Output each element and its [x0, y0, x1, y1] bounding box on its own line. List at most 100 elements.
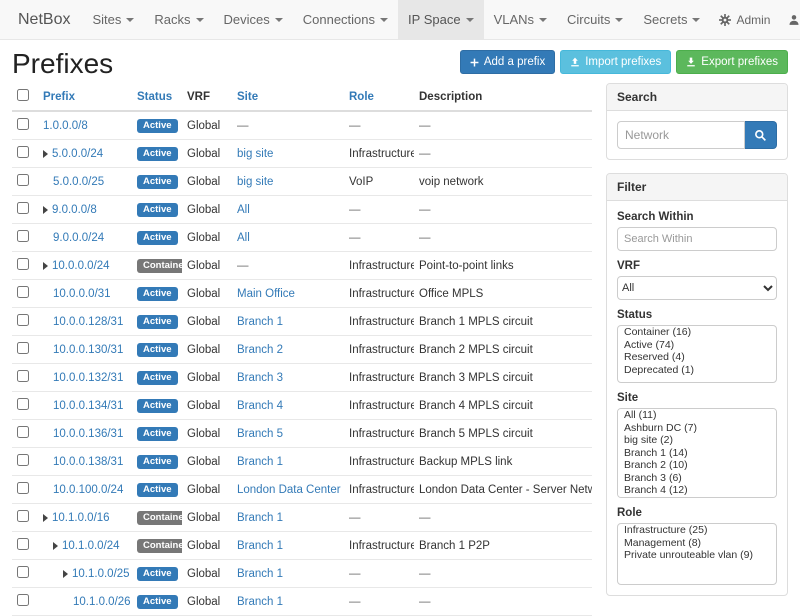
row-checkbox[interactable] [17, 538, 29, 550]
export-prefixes-button[interactable]: Export prefixes [676, 50, 788, 74]
filter-option[interactable]: Branch 2 (10) [618, 459, 776, 472]
prefix-link[interactable]: 9.0.0.0/8 [52, 204, 97, 216]
expand-icon[interactable] [43, 150, 48, 158]
row-checkbox[interactable] [17, 314, 29, 326]
nav-item-ip-space[interactable]: IP Space [398, 0, 484, 39]
filter-option[interactable]: Branch 3 (6) [618, 472, 776, 485]
site-link[interactable]: Branch 4 [237, 400, 283, 412]
vrf-cell: Global [182, 336, 232, 364]
expand-icon[interactable] [43, 206, 48, 214]
site-link[interactable]: Branch 1 [237, 456, 283, 468]
row-checkbox[interactable] [17, 118, 29, 130]
prefix-link[interactable]: 5.0.0.0/25 [53, 176, 104, 188]
prefix-link[interactable]: 10.0.0.0/24 [52, 260, 110, 272]
site-link[interactable]: All [237, 232, 250, 244]
select-all-checkbox[interactable] [17, 89, 29, 101]
site-link[interactable]: Branch 1 [237, 316, 283, 328]
site-link[interactable]: big site [237, 148, 273, 160]
site-link[interactable]: Branch 1 [237, 540, 283, 552]
row-checkbox[interactable] [17, 594, 29, 606]
filter-option[interactable]: Infrastructure (25) [618, 524, 776, 537]
filter-option[interactable]: Container (16) [618, 326, 776, 339]
row-checkbox[interactable] [17, 566, 29, 578]
filter-option[interactable]: Deprecated (1) [618, 364, 776, 377]
site-link[interactable]: Branch 1 [237, 568, 283, 580]
row-checkbox[interactable] [17, 398, 29, 410]
nav-item-vlans[interactable]: VLANs [484, 0, 557, 39]
prefix-link[interactable]: 10.1.0.0/25 [72, 568, 130, 580]
prefix-link[interactable]: 1.0.0.0/8 [43, 120, 88, 132]
filter-option[interactable]: big site (2) [618, 434, 776, 447]
sort-site[interactable]: Site [237, 91, 258, 103]
sort-prefix[interactable]: Prefix [43, 91, 75, 103]
sort-role[interactable]: Role [349, 91, 374, 103]
site-link[interactable]: London Data Center [237, 484, 341, 496]
site-link[interactable]: big site [237, 176, 273, 188]
filter-option[interactable]: Management (8) [618, 537, 776, 550]
filter-option[interactable]: Branch 5 (7) [618, 497, 776, 499]
row-checkbox[interactable] [17, 286, 29, 298]
prefix-link[interactable]: 10.0.0.128/31 [53, 316, 123, 328]
filter-option[interactable]: Private unrouteable vlan (9) [618, 549, 776, 562]
prefix-link[interactable]: 10.0.100.0/24 [53, 484, 123, 496]
site-link[interactable]: Branch 1 [237, 512, 283, 524]
nav-item-devices[interactable]: Devices [214, 0, 293, 39]
prefix-link[interactable]: 10.1.0.0/26 [73, 596, 131, 608]
site-link[interactable]: Branch 1 [237, 596, 283, 608]
nav-item-connections[interactable]: Connections [293, 0, 398, 39]
expand-icon[interactable] [53, 542, 58, 550]
site-link[interactable]: Branch 2 [237, 344, 283, 356]
nav-item-racks[interactable]: Racks [144, 0, 213, 39]
prefix-link[interactable]: 10.0.0.134/31 [53, 400, 123, 412]
row-checkbox[interactable] [17, 258, 29, 270]
role-listbox[interactable]: Infrastructure (25)Management (8)Private… [617, 523, 777, 585]
filter-option[interactable]: Active (74) [618, 339, 776, 352]
admin-link[interactable]: Admin [710, 0, 779, 39]
search-input[interactable] [617, 121, 745, 149]
prefix-link[interactable]: 10.0.0.130/31 [53, 344, 123, 356]
profile-link[interactable]: Profile [779, 0, 800, 39]
filter-option[interactable]: Reserved (4) [618, 351, 776, 364]
prefix-link[interactable]: 10.0.0.136/31 [53, 428, 123, 440]
row-checkbox[interactable] [17, 202, 29, 214]
row-checkbox[interactable] [17, 174, 29, 186]
row-checkbox[interactable] [17, 146, 29, 158]
search-within-input[interactable] [617, 227, 777, 251]
site-link[interactable]: Main Office [237, 288, 295, 300]
site-listbox[interactable]: All (11)Ashburn DC (7)big site (2)Branch… [617, 408, 777, 498]
filter-option[interactable]: Ashburn DC (7) [618, 422, 776, 435]
site-link[interactable]: Branch 3 [237, 372, 283, 384]
prefix-link[interactable]: 10.0.0.132/31 [53, 372, 123, 384]
filter-option[interactable]: All (11) [618, 409, 776, 422]
status-listbox[interactable]: Container (16)Active (74)Reserved (4)Dep… [617, 325, 777, 383]
prefix-link[interactable]: 10.0.0.138/31 [53, 456, 123, 468]
prefix-link[interactable]: 9.0.0.0/24 [53, 232, 104, 244]
row-checkbox[interactable] [17, 342, 29, 354]
filter-option[interactable]: Branch 1 (14) [618, 447, 776, 460]
row-checkbox[interactable] [17, 370, 29, 382]
search-button[interactable] [745, 121, 777, 149]
nav-item-sites[interactable]: Sites [82, 0, 144, 39]
site-link[interactable]: All [237, 204, 250, 216]
vrf-select[interactable]: All [617, 276, 777, 300]
nav-item-circuits[interactable]: Circuits [557, 0, 633, 39]
prefix-link[interactable]: 5.0.0.0/24 [52, 148, 103, 160]
expand-icon[interactable] [63, 570, 68, 578]
nav-item-secrets[interactable]: Secrets [633, 0, 710, 39]
sort-status[interactable]: Status [137, 91, 172, 103]
row-checkbox[interactable] [17, 454, 29, 466]
import-prefixes-button[interactable]: Import prefixes [560, 50, 671, 74]
row-checkbox[interactable] [17, 426, 29, 438]
filter-option[interactable]: Branch 4 (12) [618, 484, 776, 497]
expand-icon[interactable] [43, 262, 48, 270]
row-checkbox[interactable] [17, 482, 29, 494]
prefix-link[interactable]: 10.1.0.0/16 [52, 512, 110, 524]
brand-link[interactable]: NetBox [6, 0, 82, 39]
prefix-link[interactable]: 10.1.0.0/24 [62, 540, 120, 552]
row-checkbox[interactable] [17, 230, 29, 242]
expand-icon[interactable] [43, 514, 48, 522]
site-link[interactable]: Branch 5 [237, 428, 283, 440]
add-prefix-button[interactable]: Add a prefix [460, 50, 555, 74]
prefix-link[interactable]: 10.0.0.0/31 [53, 288, 111, 300]
row-checkbox[interactable] [17, 510, 29, 522]
